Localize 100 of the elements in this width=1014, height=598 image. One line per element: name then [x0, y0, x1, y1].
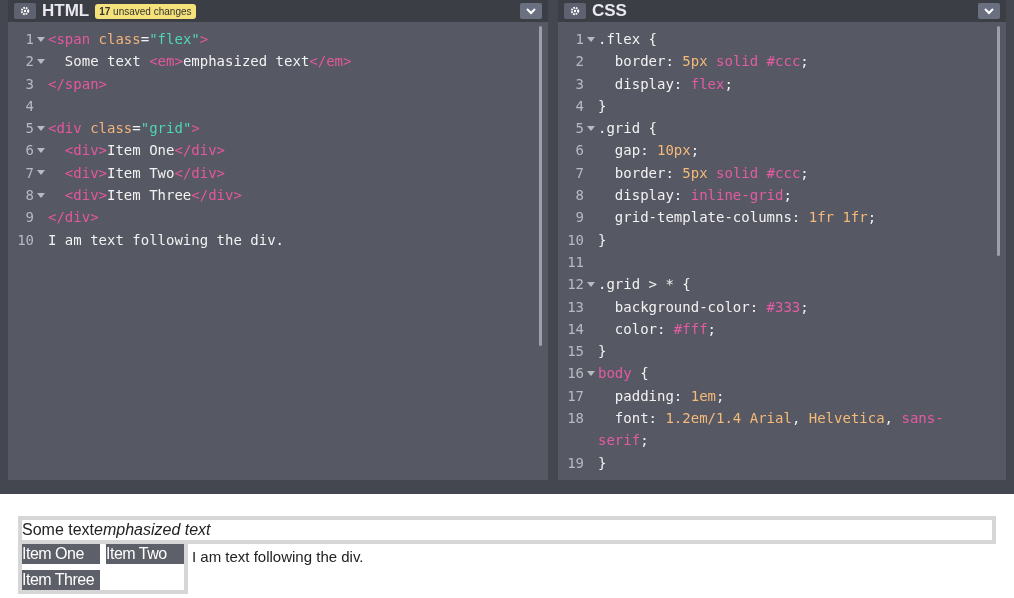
line-number: 15 — [566, 342, 584, 362]
code-token: Helvetica — [808, 409, 885, 429]
line-number: 9 — [24, 208, 34, 228]
line-number: 17 — [566, 386, 584, 406]
line-number: 10 — [566, 230, 584, 250]
code-token: , — [791, 409, 802, 429]
code-token: ; — [716, 386, 725, 406]
code-token: ; — [783, 186, 792, 206]
code-token: > — [199, 30, 209, 49]
fold-icon[interactable] — [587, 125, 595, 131]
code-token: , — [884, 409, 895, 429]
code-token: font: — [613, 409, 658, 429]
code-token: 5px — [682, 52, 708, 72]
code-editor[interactable]: 1 <span class="flex"> 2 Some text <em>emphasized text</em> 3 </span> 4 5 <div class="grid"> 6 <div>Item One</div> 7 <div>Item Two</div> 8 <div>Item Three</div> 9 </div> 10 I am text following the div. — [8, 22, 548, 480]
code-token: </div> — [48, 208, 99, 228]
code-token: solid #ccc — [715, 163, 801, 183]
code-token: Item Two — [107, 163, 175, 183]
code-token: border: — [613, 52, 675, 72]
code-token: ; — [724, 74, 733, 94]
code-token: 1fr 1fr — [808, 208, 868, 228]
line-number: 8 — [574, 186, 584, 206]
line-number: 7 — [24, 163, 34, 183]
panel-title: HTML — [42, 0, 90, 23]
code-token: Some text — [63, 52, 142, 72]
code-token: padding: — [613, 386, 684, 406]
chevron-down-icon — [526, 7, 536, 15]
code-token: <div> — [63, 163, 107, 183]
settings-icon[interactable] — [14, 3, 36, 19]
code-token: </div> — [174, 163, 226, 183]
collapse-button[interactable] — [978, 3, 1000, 19]
code-token: } — [598, 230, 607, 250]
code-token: emphasized text — [182, 52, 310, 72]
line-number: 5 — [24, 119, 34, 139]
code-token: "flex" — [149, 30, 200, 49]
line-number: 1 — [24, 30, 34, 49]
code-token: Item Three — [107, 186, 192, 206]
line-number: 5 — [574, 119, 584, 139]
code-token: ; — [800, 52, 809, 72]
line-number: 6 — [24, 141, 34, 161]
code-editor[interactable] — [558, 22, 1006, 480]
code-token: .flex { — [598, 30, 657, 49]
collapse-button[interactable] — [520, 3, 542, 19]
code-token: ; — [800, 297, 809, 317]
settings-icon[interactable] — [564, 3, 586, 19]
code-token: body — [598, 364, 632, 384]
line-number: 10 — [16, 230, 34, 250]
code-token: background-color: — [613, 297, 760, 317]
fold-icon[interactable] — [37, 125, 45, 131]
code-token: </em> — [309, 52, 352, 72]
code-token: <em> — [149, 52, 183, 72]
code-token: display: — [613, 74, 684, 94]
code-token: flex — [690, 74, 725, 94]
fold-icon[interactable] — [37, 170, 45, 176]
fold-icon[interactable] — [37, 192, 45, 198]
fold-icon[interactable] — [587, 36, 595, 42]
line-number: 4 — [574, 96, 584, 116]
code-token: 1.2em/1.4 Arial — [665, 409, 792, 429]
code-token: inline-grid — [690, 186, 784, 206]
fold-icon[interactable] — [37, 148, 45, 154]
code-token: <span — [48, 30, 92, 49]
line-number: 2 — [24, 52, 34, 72]
code-token: #333 — [766, 297, 801, 317]
code-token: border: — [613, 163, 675, 183]
line-number: 16 — [566, 364, 584, 384]
scrollbar[interactable] — [997, 26, 1000, 256]
fold-icon[interactable] — [587, 371, 595, 377]
line-number: 14 — [566, 319, 584, 339]
scrollbar[interactable] — [539, 26, 542, 346]
line-number: 4 — [24, 96, 34, 116]
line-number: 2 — [574, 52, 584, 72]
code-token: class — [98, 30, 141, 49]
code-token: </span> — [48, 74, 107, 94]
code-token: .grid > * { — [598, 275, 691, 295]
fold-icon[interactable] — [37, 58, 45, 64]
code-token: } — [598, 342, 607, 362]
code-token: </div> — [174, 141, 226, 161]
line-number: 18 — [566, 409, 584, 429]
grid-item: Item Three — [22, 570, 100, 590]
fold-icon[interactable] — [587, 281, 595, 287]
code-token: ; — [640, 431, 649, 451]
line-number: 12 — [566, 275, 584, 295]
fold-icon[interactable] — [37, 36, 45, 42]
code-token: <div> — [63, 141, 107, 161]
code-token: } — [598, 453, 607, 473]
code-token: ; — [867, 208, 877, 228]
code-token: </div> — [191, 186, 242, 206]
code-token: = — [140, 30, 150, 49]
code-token: serif — [598, 431, 641, 451]
code-token: I am text following the div. — [48, 230, 284, 250]
panel-title: CSS — [592, 0, 627, 23]
code-token: grid-template-columns: — [613, 208, 802, 228]
code-token: #fff — [673, 319, 708, 339]
code-token: gap: — [613, 141, 650, 161]
output-text: Some textemphasized text — [18, 516, 996, 544]
line-number: 9 — [574, 208, 584, 228]
grid-item: Item One — [22, 544, 100, 564]
code-token: <div> — [63, 186, 107, 206]
code-token: > — [191, 119, 200, 139]
code-token: 1em — [690, 386, 716, 406]
code-token: ; — [690, 141, 700, 161]
